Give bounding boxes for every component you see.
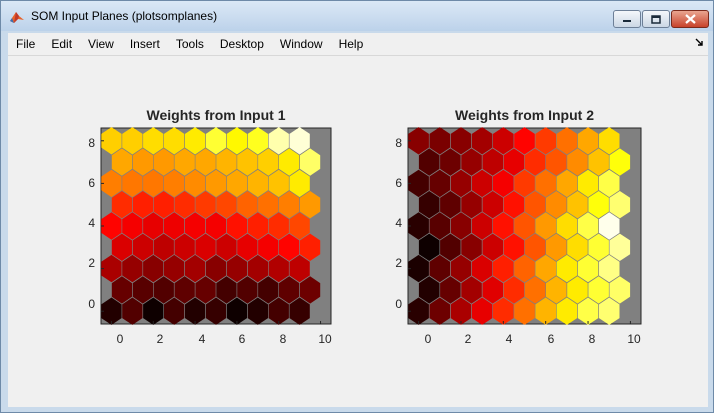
maximize-icon (651, 14, 661, 24)
plot1-ytick: 4 (88, 216, 95, 230)
menu-window[interactable]: Window (272, 33, 331, 55)
plot1-axes (100, 127, 332, 325)
close-button[interactable] (671, 10, 709, 28)
plot2-ytick: 2 (395, 256, 402, 270)
plot2-ytick: 0 (395, 297, 402, 311)
plot1-xtick: 6 (238, 332, 246, 346)
plot2-ytick: 6 (395, 176, 402, 190)
menu-file[interactable]: File (8, 33, 43, 55)
menu-tools[interactable]: Tools (168, 33, 212, 55)
dock-arrow-icon[interactable] (694, 37, 704, 49)
plot2-xtick: 0 (424, 332, 432, 346)
plot1-xtick: 4 (198, 332, 206, 346)
plot2-xtick: 2 (464, 332, 472, 346)
menu-edit[interactable]: Edit (43, 33, 80, 55)
menu-insert[interactable]: Insert (122, 33, 168, 55)
plot2-xtick: 8 (588, 332, 596, 346)
plot2-ytick: 8 (395, 136, 402, 150)
matlab-logo-icon (10, 12, 24, 23)
menu-help[interactable]: Help (331, 33, 372, 55)
plot1-xtick: 0 (116, 332, 124, 346)
plot1-ytick: 6 (88, 176, 95, 190)
menu-view[interactable]: View (80, 33, 122, 55)
minimize-icon (623, 20, 631, 22)
title-bar[interactable]: SOM Input Planes (plotsomplanes) (1, 1, 713, 31)
plot1-ytick: 2 (88, 256, 95, 270)
menu-desktop[interactable]: Desktop (212, 33, 272, 55)
plot1-xtick: 2 (156, 332, 164, 346)
maximize-button[interactable] (642, 10, 670, 28)
plot2-title: Weights from Input 2 (455, 107, 594, 123)
plot2-ytick: 4 (395, 216, 402, 230)
plot1-xtick: 8 (279, 332, 287, 346)
plot2-axes (407, 127, 642, 325)
plot2-xtick: 4 (505, 332, 513, 346)
plot1-xtick: 10 (318, 332, 332, 346)
minimize-button[interactable] (613, 10, 641, 28)
figure-canvas: Weights from Input 1 0 2 4 6 8 0 2 4 6 8… (8, 56, 708, 407)
plot1-title: Weights from Input 1 (146, 107, 286, 123)
plot1-ytick: 0 (88, 297, 95, 311)
plot1-ytick: 8 (88, 136, 95, 150)
menu-bar: File Edit View Insert Tools Desktop Wind… (8, 33, 708, 56)
plot2-xtick: 6 (547, 332, 555, 346)
figure-window: SOM Input Planes (plotsomplanes) File Ed… (0, 0, 714, 413)
plot2-xtick: 10 (627, 332, 641, 346)
close-icon (684, 14, 696, 24)
window-title: SOM Input Planes (plotsomplanes) (31, 9, 218, 23)
